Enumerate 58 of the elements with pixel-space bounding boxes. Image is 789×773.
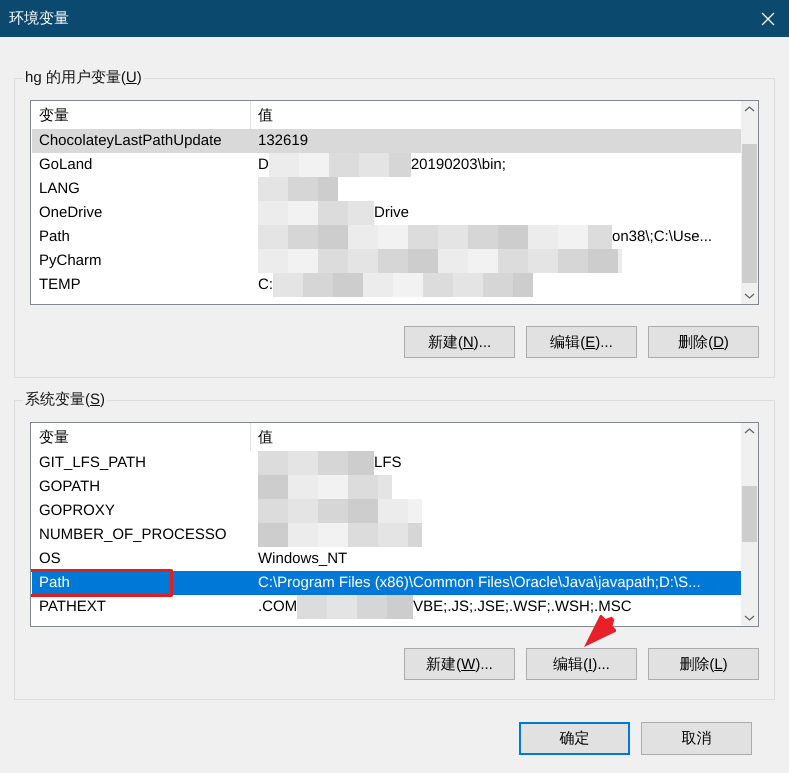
variable-name: GOPATH (38, 477, 102, 497)
variable-name: GOPROXY (38, 501, 116, 521)
group-label: 系统变量(S) (23, 390, 108, 410)
variable-value: C: (258, 275, 273, 295)
scrollbar[interactable] (741, 423, 758, 626)
dialog-button[interactable]: 新建(W)... (404, 648, 515, 680)
variable-name: GoLand (38, 155, 94, 175)
dialog-button[interactable]: 新建(N)... (404, 326, 515, 358)
variable-value: .COM (258, 597, 298, 617)
variable-value: 1326 (258, 131, 292, 151)
variable-row[interactable]: GIT_LFS_PATH LFS (32, 451, 741, 475)
variable-row[interactable]: GOPROXY (32, 499, 741, 523)
variable-value: D (258, 155, 269, 175)
close-icon[interactable] (761, 12, 775, 26)
variable-value: Drive (374, 203, 410, 223)
variable-name: LANG (38, 179, 81, 199)
scroll-thumb[interactable] (742, 144, 757, 283)
dialog-button[interactable]: 取消 (641, 722, 752, 755)
variable-name: NUMBER_OF_PROCESSO (38, 525, 228, 545)
dialog-button[interactable]: 删除(L) (648, 648, 759, 680)
variable-name: Path (38, 573, 71, 593)
column-header[interactable]: 值 (251, 101, 741, 129)
dialog-button[interactable]: 确定 (519, 722, 630, 755)
variable-name: ChocolateyLastPathUpdate (38, 131, 223, 151)
dialog-button[interactable]: 删除(D) (648, 326, 759, 358)
variable-row[interactable]: Path on38\;C:\Use... (32, 225, 741, 249)
variable-name: PyCharm (38, 251, 103, 271)
variable-row[interactable]: Path C:\Program Files (x86)\Common Files\Oracle\Java\javapath;D:\S... (32, 571, 741, 595)
variable-row[interactable]: GoLand D 20190203\bin; (32, 153, 741, 177)
column-header[interactable]: 值 (251, 423, 741, 451)
variable-name: PATHEXT (38, 597, 107, 617)
variable-value: Windows_NT (258, 549, 348, 569)
variable-row[interactable]: GOPATH (32, 475, 741, 499)
scrollbar[interactable] (741, 101, 758, 304)
variable-row[interactable]: PyCharm (32, 249, 741, 273)
column-header[interactable]: 变量 (32, 423, 251, 451)
variable-name: GIT_LFS_PATH (38, 453, 147, 473)
scroll-thumb[interactable] (742, 486, 757, 542)
variable-row[interactable]: LANG (32, 177, 741, 201)
variable-value: 20190203\bin; (410, 155, 506, 175)
group-label: hg 的用户变量(U) (23, 68, 144, 88)
variable-name: Path (38, 227, 71, 247)
dialog-button[interactable]: 编辑(E)... (526, 326, 637, 358)
variable-row[interactable]: OS Windows_NT (32, 547, 741, 571)
variable-name: TEMP (38, 275, 82, 295)
variable-value: on38\;C:\Use... (612, 227, 712, 247)
variable-value: LFS (374, 453, 402, 473)
variable-value: C:\Program Files (x86)\Common Files\Oracle\Java\javapath;D:\S... (258, 573, 701, 593)
variable-row[interactable]: OneDrive Drive (32, 201, 741, 225)
variable-row[interactable]: TEMP C: (32, 273, 741, 297)
window-title: 环境变量 (9, 9, 69, 28)
variable-name: OS (38, 549, 62, 569)
variable-value: VBE;.JS;.JSE;.WSF;.WSH;.MSC (413, 597, 632, 617)
variable-row[interactable]: NUMBER_OF_PROCESSO (32, 523, 741, 547)
variable-name: OneDrive (38, 203, 104, 223)
variable-value: 19 (291, 131, 308, 151)
dialog-button[interactable]: 编辑(I)... (526, 648, 637, 680)
variable-row[interactable]: PATHEXT .COM VBE;.JS;.JSE;.WSF;.WSH;.MSC (32, 595, 741, 619)
